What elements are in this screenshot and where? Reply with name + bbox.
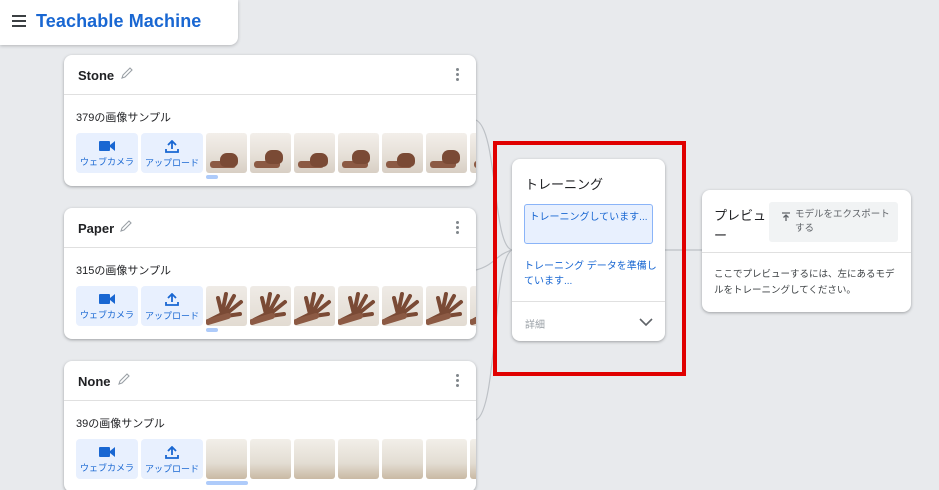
upload-icon [165,293,179,306]
export-icon [782,212,790,221]
upload-label: アップロード [144,311,199,321]
webcam-label: ウェブカメラ [79,463,134,473]
webcam-label: ウェブカメラ [79,157,134,167]
more-options-icon[interactable] [456,68,460,82]
webcam-button[interactable]: ウェブカメラ [76,286,138,326]
upload-icon [165,140,179,153]
sample-thumbnail[interactable] [426,133,467,173]
sample-thumbnail[interactable] [294,133,335,173]
class-name[interactable]: Paper [78,221,114,236]
highlight-box [493,141,686,376]
class-name[interactable]: None [78,374,111,389]
app-title[interactable]: Teachable Machine [36,11,201,32]
sample-thumbnail[interactable] [470,133,476,173]
preview-title: プレビュー [714,208,767,243]
sample-count: 315の画像サンプル [76,265,172,277]
sample-thumbnail[interactable] [294,439,335,479]
edit-pencil-icon[interactable] [120,66,134,80]
webcam-label: ウェブカメラ [79,310,134,320]
app-header: Teachable Machine [0,0,238,45]
card-header: Stone [64,55,476,95]
hamburger-menu-icon[interactable] [12,15,26,27]
sample-thumbnail[interactable] [338,133,379,173]
card-header: None [64,361,476,401]
more-options-icon[interactable] [456,221,460,235]
divider [702,252,911,253]
sample-thumbnail[interactable] [382,286,423,326]
sample-thumbnails [206,133,476,173]
video-camera-icon [99,447,115,457]
sample-thumbnail[interactable] [206,286,247,326]
upload-button[interactable]: アップロード [141,286,203,326]
upload-icon [165,446,179,459]
sample-thumbnail[interactable] [206,439,247,479]
class-card-none: None 39の画像サンプル ウェブカメラ アップロード [64,361,476,490]
scroll-indicator[interactable] [206,328,218,332]
webcam-button[interactable]: ウェブカメラ [76,133,138,173]
upload-label: アップロード [144,158,199,168]
sample-thumbnail[interactable] [250,439,291,479]
sample-thumbnail[interactable] [426,439,467,479]
sample-thumbnail[interactable] [206,133,247,173]
preview-message: ここでプレビューするには、左にあるモデルをトレーニングしてください。 [714,269,895,296]
scroll-indicator[interactable] [206,175,218,179]
sample-thumbnail[interactable] [338,439,379,479]
preview-card: プレビュー モデルをエクスポートする ここでプレビューするには、左にあるモデルを… [702,190,911,312]
sample-count: 39の画像サンプル [76,418,165,430]
class-card-paper: Paper 315の画像サンプル ウェブカメラ アップロード [64,208,476,339]
upload-button[interactable]: アップロード [141,133,203,173]
sample-count: 379の画像サンプル [76,112,172,124]
card-header: Paper [64,208,476,248]
sample-thumbnail[interactable] [250,133,291,173]
sample-thumbnails [206,439,476,479]
webcam-button[interactable]: ウェブカメラ [76,439,138,479]
sample-thumbnail[interactable] [426,286,467,326]
sample-thumbnail[interactable] [294,286,335,326]
sample-thumbnail[interactable] [470,439,476,479]
sample-thumbnail[interactable] [250,286,291,326]
export-label: モデルをエクスポートする [795,209,890,234]
sample-thumbnail[interactable] [338,286,379,326]
edit-pencil-icon[interactable] [119,219,133,233]
sample-thumbnails [206,286,476,326]
upload-label: アップロード [144,464,199,474]
video-camera-icon [99,141,115,151]
edit-pencil-icon[interactable] [117,372,131,386]
scroll-indicator[interactable] [206,481,248,485]
more-options-icon[interactable] [456,374,460,388]
sample-thumbnail[interactable] [382,133,423,173]
upload-button[interactable]: アップロード [141,439,203,479]
class-card-stone: Stone 379の画像サンプル ウェブカメラ アップロード [64,55,476,186]
sample-thumbnail[interactable] [382,439,423,479]
video-camera-icon [99,294,115,304]
class-name[interactable]: Stone [78,68,114,83]
export-model-button[interactable]: モデルをエクスポートする [769,202,898,242]
sample-thumbnail[interactable] [470,286,476,326]
